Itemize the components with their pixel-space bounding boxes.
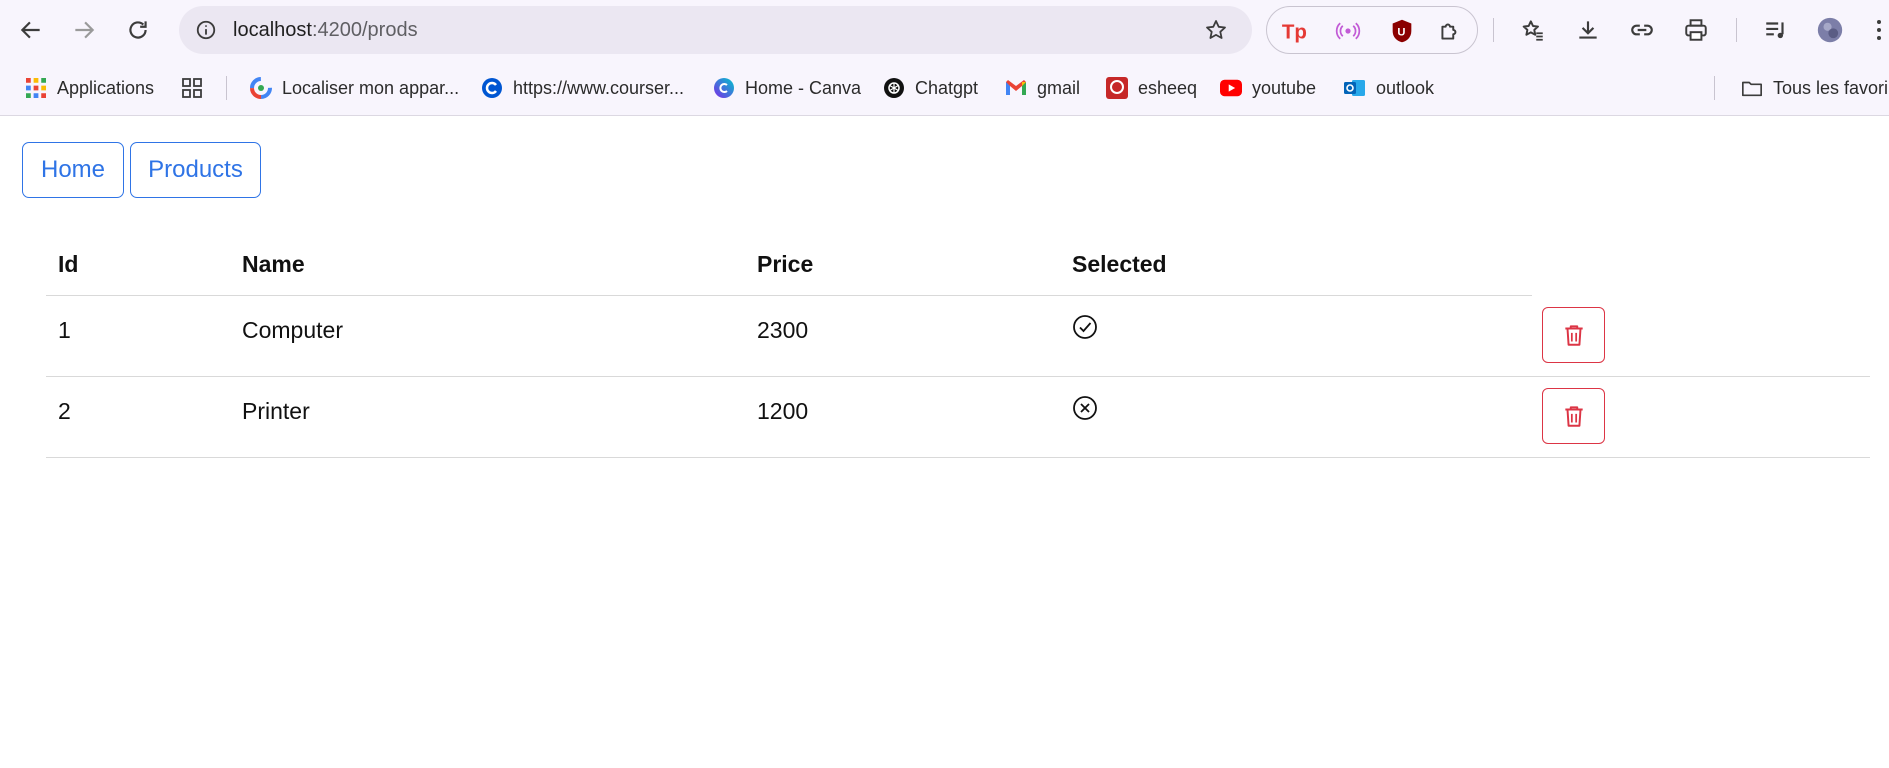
bookmark-chatgpt[interactable]: Chatgpt (883, 74, 978, 102)
bookmark-canva[interactable]: Home - Canva (713, 74, 861, 102)
coursera-icon (481, 77, 503, 99)
home-button[interactable]: Home (22, 142, 124, 198)
bookmark-label: outlook (1376, 77, 1435, 98)
outlook-icon (1344, 77, 1366, 99)
x-circle-icon (1073, 396, 1097, 420)
header-selected: Selected (1072, 251, 1167, 277)
arrow-right-icon (75, 21, 95, 39)
cell-id: 1 (58, 317, 71, 343)
toolbar-divider (1493, 18, 1494, 42)
svg-text:U: U (1397, 27, 1405, 39)
bookmark-label: https://www.courser... (513, 77, 685, 98)
youtube-icon (1220, 77, 1242, 99)
tp-extension-icon[interactable]: Tp (1279, 16, 1309, 46)
reload-icon (129, 21, 147, 39)
bookmark-label: Applications (57, 77, 155, 98)
printer-icon (1685, 19, 1707, 41)
bookmark-coursera[interactable]: https://www.courser... (481, 74, 684, 102)
bookmark-label: Home - Canva (745, 77, 862, 98)
cell-price: 2300 (757, 317, 809, 343)
print-button[interactable] (1678, 12, 1714, 48)
canva-icon (713, 77, 735, 99)
puzzle-extensions-icon[interactable] (1435, 16, 1465, 46)
folder-icon (1741, 77, 1763, 99)
bookmark-youtube[interactable]: youtube (1220, 74, 1316, 102)
products-button[interactable]: Products (130, 142, 261, 198)
reading-list-button[interactable] (1515, 12, 1551, 48)
browser-toolbar: localhost:4200/prods Tp U (0, 0, 1889, 60)
back-button[interactable] (13, 12, 49, 48)
esheeq-icon (1106, 77, 1128, 99)
copy-link-button[interactable] (1624, 12, 1660, 48)
bookmark-label: esheeq (1138, 77, 1198, 98)
forward-button[interactable] (66, 12, 102, 48)
header-id: Id (58, 251, 79, 277)
playlist-icon (1766, 22, 1784, 39)
tab-groups-button[interactable] (181, 74, 203, 102)
all-bookmarks-folder[interactable]: Tous les favori (1741, 74, 1888, 102)
bookmark-label: Localiser mon appar... (282, 77, 460, 98)
gmail-icon (1005, 77, 1027, 99)
profile-avatar[interactable] (1812, 12, 1848, 48)
reload-button[interactable] (120, 12, 156, 48)
check-circle-icon (1073, 315, 1097, 339)
downloads-button[interactable] (1570, 12, 1606, 48)
bookmark-label: gmail (1037, 77, 1081, 98)
bookmark-divider (1714, 76, 1715, 100)
bookmark-star-icon[interactable] (1202, 16, 1230, 44)
media-control-button[interactable] (1758, 12, 1794, 48)
header-price: Price (757, 251, 814, 277)
bookmark-label: Chatgpt (915, 77, 979, 98)
menu-icon[interactable] (1877, 20, 1881, 40)
products-table: Id Name Price Selected 1 Computer 2300 2… (46, 229, 1870, 458)
broadcast-extension-icon[interactable] (1333, 16, 1363, 46)
delete-button[interactable] (1542, 388, 1605, 444)
cell-price: 1200 (757, 398, 809, 424)
bookmark-label: youtube (1252, 77, 1317, 98)
table-row: 2 Printer 1200 (46, 377, 1870, 458)
toolbar-divider (1736, 18, 1737, 42)
table-header-row: Id Name Price Selected (46, 229, 1532, 296)
url-text[interactable]: localhost:4200/prods (233, 19, 418, 42)
avatar-icon (1817, 17, 1843, 43)
cell-id: 2 (58, 398, 71, 424)
bookmark-label: Tous les favori (1773, 77, 1889, 98)
bookmark-divider (226, 76, 227, 100)
star-list-icon (1522, 20, 1543, 41)
extensions-group: Tp U (1266, 6, 1478, 54)
address-bar[interactable]: localhost:4200/prods (179, 6, 1252, 54)
url-host: localhost (233, 19, 312, 41)
delete-button[interactable] (1542, 307, 1605, 363)
trash-icon (1564, 406, 1583, 427)
site-info-icon[interactable] (193, 17, 219, 43)
arrow-left-icon (20, 21, 40, 39)
bookmark-outlook[interactable]: outlook (1344, 74, 1434, 102)
svg-text:Tp: Tp (1282, 20, 1307, 43)
link-icon (1631, 24, 1653, 36)
tab-groups-icon (181, 77, 203, 99)
bookmarks-bar: Applications Localiser mon appar... http… (0, 60, 1889, 116)
header-name: Name (242, 251, 305, 277)
table-row: 1 Computer 2300 (46, 296, 1870, 377)
cell-name: Printer (242, 398, 310, 424)
cell-name: Computer (242, 317, 343, 343)
url-path: :4200/prods (311, 19, 418, 41)
download-icon (1579, 21, 1597, 39)
bookmark-localiser[interactable]: Localiser mon appar... (250, 74, 459, 102)
bookmark-gmail[interactable]: gmail (1005, 74, 1080, 102)
ublock-extension-icon[interactable]: U (1387, 16, 1417, 46)
bookmark-applications[interactable]: Applications (25, 74, 154, 102)
apps-grid-icon (25, 77, 47, 99)
bookmark-esheeq[interactable]: esheeq (1106, 74, 1197, 102)
trash-icon (1564, 325, 1583, 346)
google-find-icon (250, 77, 272, 99)
page-content: Home Products Id Name Price Selected 1 C… (0, 116, 1889, 768)
openai-icon (883, 77, 905, 99)
